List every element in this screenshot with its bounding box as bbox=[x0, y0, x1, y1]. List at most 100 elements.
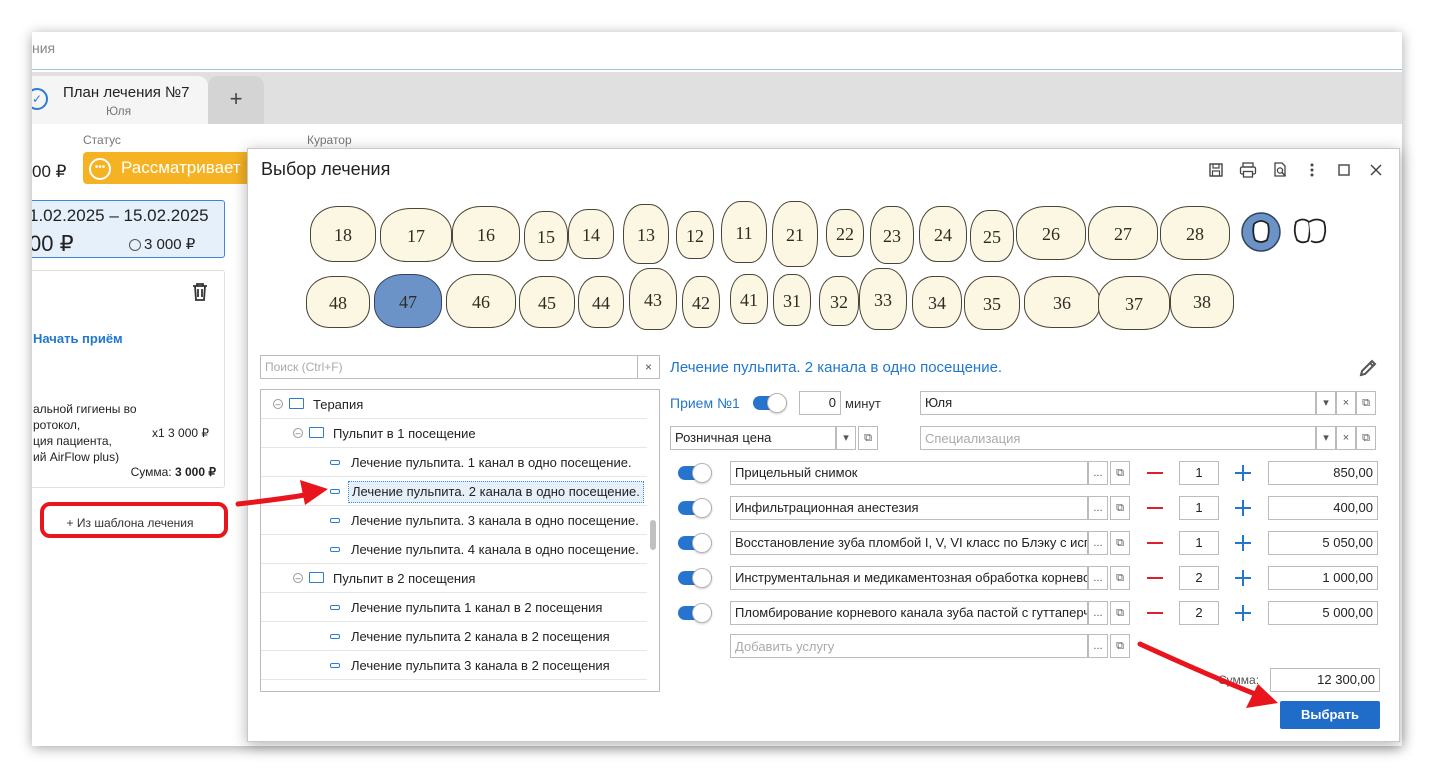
decrease-quantity-button[interactable] bbox=[1147, 542, 1163, 544]
tooth-14[interactable]: 14 bbox=[568, 209, 614, 259]
visit-toggle[interactable] bbox=[753, 393, 787, 413]
print-icon[interactable] bbox=[1237, 159, 1259, 181]
tooth-27[interactable]: 27 bbox=[1088, 206, 1158, 260]
increase-quantity-button[interactable] bbox=[1235, 570, 1251, 586]
service-toggle[interactable] bbox=[678, 603, 712, 623]
tooth-24[interactable]: 24 bbox=[919, 206, 967, 262]
tree-item[interactable]: Лечение пульпита 2 канала в 2 посещения bbox=[261, 622, 647, 651]
multi-tooth-mode-icon[interactable] bbox=[1290, 212, 1330, 252]
tree-item[interactable]: Лечение пульпита. 3 канала в одно посеще… bbox=[261, 506, 647, 535]
quantity-field[interactable]: 2 bbox=[1179, 601, 1219, 625]
tooth-37[interactable]: 37 bbox=[1098, 276, 1170, 330]
open-service-icon[interactable]: ⧉ bbox=[1110, 496, 1130, 520]
tooth-16[interactable]: 16 bbox=[452, 206, 520, 262]
ellipsis-icon[interactable]: ... bbox=[1088, 601, 1108, 625]
collapse-icon[interactable]: – bbox=[293, 573, 303, 583]
tooth-26[interactable]: 26 bbox=[1016, 206, 1086, 260]
tooth-35[interactable]: 35 bbox=[964, 276, 1020, 330]
service-toggle[interactable] bbox=[678, 568, 712, 588]
tab-treatment-plan[interactable]: ✓ План лечения №7 Юля bbox=[32, 76, 208, 124]
quantity-field[interactable]: 1 bbox=[1179, 496, 1219, 520]
dropdown-arrow-icon[interactable]: ▾ bbox=[1316, 426, 1336, 450]
tooth-25[interactable]: 25 bbox=[970, 210, 1014, 262]
decrease-quantity-button[interactable] bbox=[1147, 472, 1163, 474]
ellipsis-icon[interactable]: ... bbox=[1088, 531, 1108, 555]
decrease-quantity-button[interactable] bbox=[1147, 507, 1163, 509]
tooth-34[interactable]: 34 bbox=[912, 276, 962, 328]
tooth-17[interactable]: 17 bbox=[380, 208, 452, 262]
specialization-input[interactable] bbox=[925, 427, 1315, 449]
tooth-22[interactable]: 22 bbox=[826, 209, 864, 257]
minutes-field[interactable]: 0 bbox=[799, 391, 841, 415]
open-service-icon[interactable]: ⧉ bbox=[1110, 461, 1130, 485]
tree-scrollbar[interactable] bbox=[649, 392, 657, 688]
preview-icon[interactable] bbox=[1269, 159, 1291, 181]
tree-item[interactable]: Лечение пульпита. 1 канал в одно посещен… bbox=[261, 448, 647, 477]
add-tab-button[interactable]: + bbox=[208, 76, 264, 124]
service-price-field[interactable]: 850,00 bbox=[1268, 461, 1378, 485]
tooth-41[interactable]: 41 bbox=[730, 274, 768, 324]
open-doctor-icon[interactable]: ⧉ bbox=[1356, 391, 1376, 415]
clear-specialization-icon[interactable]: × bbox=[1336, 426, 1356, 450]
tooth-43[interactable]: 43 bbox=[629, 268, 677, 330]
quantity-field[interactable]: 1 bbox=[1179, 461, 1219, 485]
tooth-36[interactable]: 36 bbox=[1024, 276, 1100, 328]
tooth-38[interactable]: 38 bbox=[1170, 274, 1234, 328]
clear-doctor-icon[interactable]: × bbox=[1336, 391, 1356, 415]
collapse-icon[interactable]: – bbox=[273, 399, 283, 409]
decrease-quantity-button[interactable] bbox=[1147, 612, 1163, 614]
tooth-15[interactable]: 15 bbox=[524, 211, 568, 261]
ellipsis-icon[interactable]: ... bbox=[1088, 566, 1108, 590]
service-name-field[interactable]: Инструментальная и медикаментозная обраб… bbox=[730, 566, 1088, 590]
ellipsis-icon[interactable]: ... bbox=[1088, 496, 1108, 520]
tooth-42[interactable]: 42 bbox=[682, 276, 720, 328]
add-service-input[interactable] bbox=[735, 635, 1087, 657]
tooth-48[interactable]: 48 bbox=[306, 276, 370, 328]
tree-item[interactable]: Лечение пульпита. 4 канала в одно посеще… bbox=[261, 535, 647, 564]
tree-folder[interactable]: – Пульпит в 1 посещение bbox=[261, 419, 647, 448]
tooth-13[interactable]: 13 bbox=[623, 204, 669, 264]
tooth-33[interactable]: 33 bbox=[859, 268, 907, 330]
increase-quantity-button[interactable] bbox=[1235, 535, 1251, 551]
service-name-field[interactable]: Прицельный снимок bbox=[730, 461, 1088, 485]
period-card[interactable]: 1.02.2025 – 15.02.2025 00 ₽ 3 000 ₽ bbox=[32, 200, 225, 258]
status-badge[interactable]: ••• Рассматривает bbox=[83, 152, 263, 184]
service-name-field[interactable]: Пломбирование корневого канала зуба паст… bbox=[730, 601, 1088, 625]
tree-item[interactable]: Лечение пульпита. 2 канала в одно посеще… bbox=[261, 477, 647, 506]
open-service-icon[interactable]: ⧉ bbox=[1110, 634, 1130, 658]
service-name-field[interactable]: Восстановление зуба пломбой I, V, VI кла… bbox=[730, 531, 1088, 555]
single-tooth-mode-icon[interactable] bbox=[1241, 212, 1281, 252]
tooth-44[interactable]: 44 bbox=[578, 276, 624, 328]
ellipsis-icon[interactable]: ... bbox=[1088, 634, 1108, 658]
search-input[interactable] bbox=[261, 356, 638, 378]
start-visit-link[interactable]: Начать приём bbox=[33, 331, 123, 346]
tooth-23[interactable]: 23 bbox=[870, 206, 914, 264]
tooth-21[interactable]: 21 bbox=[772, 201, 818, 267]
service-price-field[interactable]: 5 050,00 bbox=[1268, 531, 1378, 555]
edit-pencil-icon[interactable] bbox=[1357, 357, 1379, 379]
tooth-31[interactable]: 31 bbox=[773, 274, 811, 326]
maximize-icon[interactable] bbox=[1333, 159, 1355, 181]
tooth-45[interactable]: 45 bbox=[519, 276, 575, 328]
service-name-field[interactable]: Инфильтрационная анестезия bbox=[730, 496, 1088, 520]
service-toggle[interactable] bbox=[678, 498, 712, 518]
collapse-icon[interactable]: – bbox=[293, 428, 303, 438]
doctor-select[interactable]: Юля bbox=[920, 391, 1316, 415]
increase-quantity-button[interactable] bbox=[1235, 605, 1251, 621]
open-specialization-icon[interactable]: ⧉ bbox=[1356, 426, 1376, 450]
tooth-32[interactable]: 32 bbox=[819, 276, 859, 326]
service-price-field[interactable]: 5 000,00 bbox=[1268, 601, 1378, 625]
tree-folder[interactable]: – Пульпит в 2 посещения bbox=[261, 564, 647, 593]
service-toggle[interactable] bbox=[678, 533, 712, 553]
open-service-icon[interactable]: ⧉ bbox=[1110, 531, 1130, 555]
more-icon[interactable] bbox=[1301, 159, 1323, 181]
quantity-field[interactable]: 1 bbox=[1179, 531, 1219, 555]
specialization-field[interactable] bbox=[920, 426, 1316, 450]
price-type-select[interactable]: Розничная цена bbox=[670, 426, 836, 450]
ellipsis-icon[interactable]: ... bbox=[1088, 461, 1108, 485]
tree-item[interactable]: Лечение пульпита 3 канала в 2 посещения bbox=[261, 651, 647, 680]
select-button[interactable]: Выбрать bbox=[1280, 701, 1380, 729]
tooth-47[interactable]: 47 bbox=[374, 274, 442, 328]
scrollbar-thumb[interactable] bbox=[650, 520, 656, 550]
increase-quantity-button[interactable] bbox=[1235, 500, 1251, 516]
